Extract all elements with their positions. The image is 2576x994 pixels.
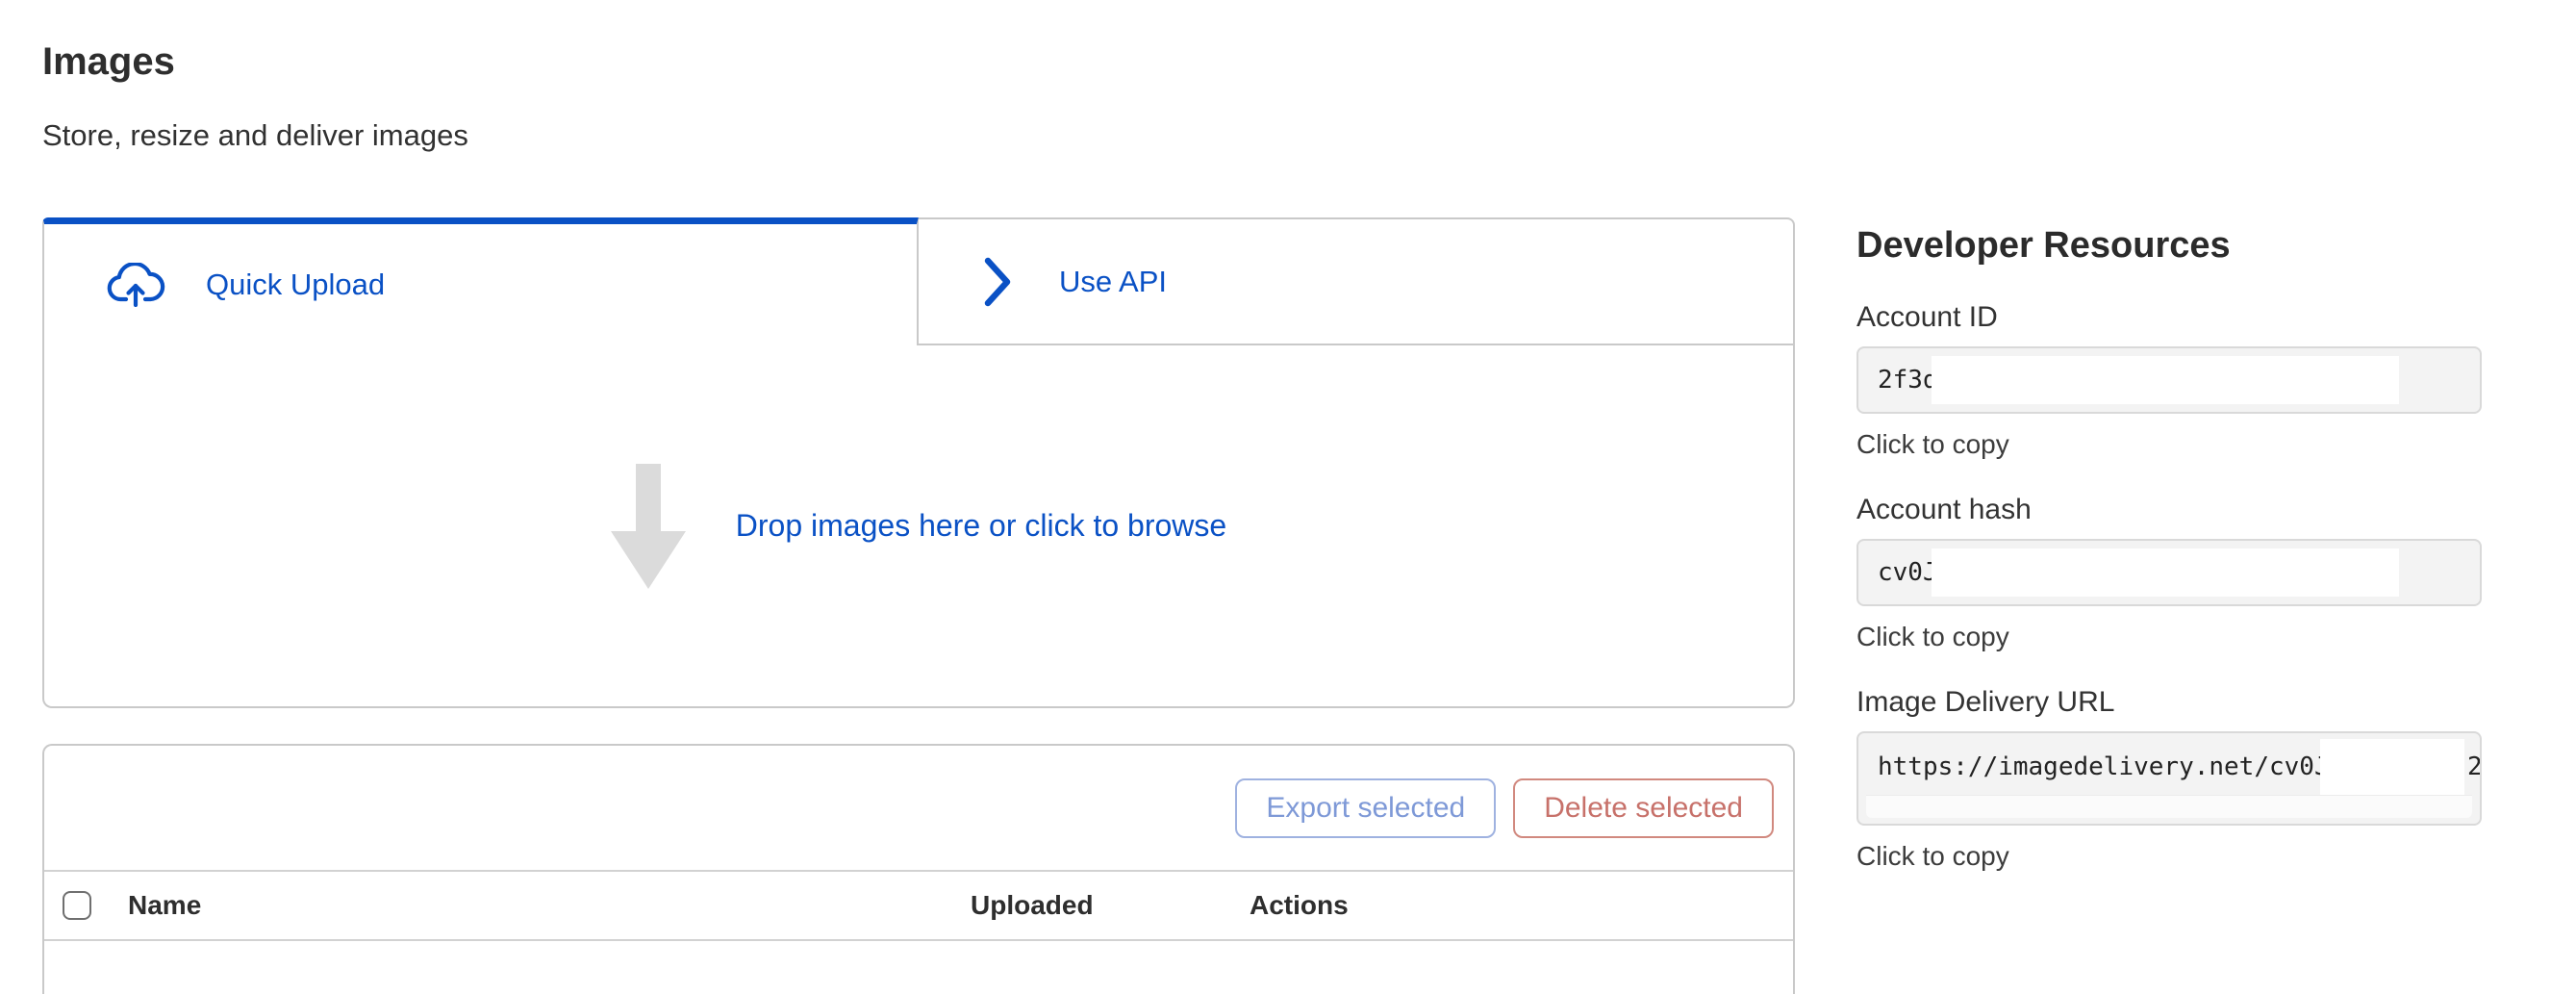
image-delivery-url-value-tail: 2 bbox=[2467, 752, 2482, 781]
table-header-row: Name Uploaded Actions bbox=[44, 872, 1793, 941]
chevron-right-icon bbox=[984, 255, 1011, 309]
export-selected-button[interactable]: Export selected bbox=[1235, 778, 1496, 838]
account-id-field[interactable]: 2f3d bbox=[1856, 346, 2482, 414]
page: Images Store, resize and deliver images … bbox=[0, 0, 2576, 994]
column-header-uploaded: Uploaded bbox=[971, 890, 1250, 921]
account-hash-copy-hint: Click to copy bbox=[1856, 622, 2482, 652]
column-header-name: Name bbox=[128, 890, 971, 921]
tab-use-api-label: Use API bbox=[1059, 265, 1167, 299]
dropzone[interactable]: Drop images here or click to browse bbox=[42, 345, 1795, 708]
developer-resources-heading: Developer Resources bbox=[1856, 223, 2482, 268]
delete-selected-button[interactable]: Delete selected bbox=[1513, 778, 1774, 838]
image-delivery-url-copy-hint: Click to copy bbox=[1856, 841, 2482, 872]
account-hash-label: Account hash bbox=[1856, 493, 2482, 527]
redaction-overlay bbox=[1932, 356, 2399, 404]
account-hash-value: cv0J bbox=[1878, 558, 1938, 587]
image-delivery-url-field[interactable]: https://imagedelivery.net/cv0JSj 2 bbox=[1856, 731, 2482, 826]
page-subtitle: Store, resize and deliver images bbox=[42, 117, 1795, 154]
tab-use-api[interactable]: Use API bbox=[919, 217, 1795, 345]
redaction-overlay bbox=[2320, 739, 2464, 795]
horizontal-scrollbar bbox=[1866, 795, 2472, 818]
arrow-down-icon bbox=[611, 464, 686, 589]
tab-quick-upload-label: Quick Upload bbox=[206, 268, 385, 302]
image-delivery-url-value: https://imagedelivery.net/cv0JSj bbox=[1878, 752, 2360, 781]
image-delivery-url-label: Image Delivery URL bbox=[1856, 685, 2482, 720]
images-table-card: Export selected Delete selected Name Upl… bbox=[42, 744, 1795, 994]
tab-quick-upload[interactable]: Quick Upload bbox=[42, 217, 919, 345]
column-header-actions: Actions bbox=[1250, 890, 1793, 921]
upload-tabs: Quick Upload Use API bbox=[42, 217, 1795, 345]
page-title: Images bbox=[42, 38, 1795, 85]
account-hash-field[interactable]: cv0J bbox=[1856, 539, 2482, 606]
account-id-label: Account ID bbox=[1856, 300, 2482, 335]
cloud-upload-icon bbox=[106, 263, 165, 307]
dropzone-label: Drop images here or click to browse bbox=[736, 508, 1226, 544]
account-id-copy-hint: Click to copy bbox=[1856, 429, 2482, 460]
account-id-value: 2f3d bbox=[1878, 366, 1938, 395]
table-toolbar: Export selected Delete selected bbox=[44, 746, 1793, 872]
main-content: Images Store, resize and deliver images … bbox=[42, 0, 1795, 994]
select-all-checkbox[interactable] bbox=[63, 891, 91, 920]
redaction-overlay bbox=[1932, 548, 2399, 597]
developer-resources-panel: Developer Resources Account ID 2f3d Clic… bbox=[1856, 0, 2482, 872]
